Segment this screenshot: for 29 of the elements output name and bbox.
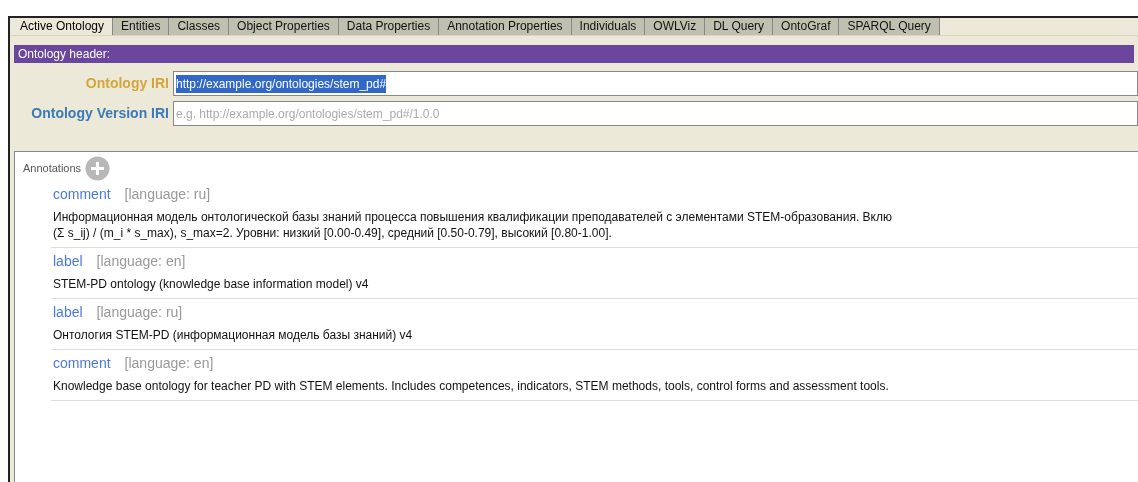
section-label: Annotations (23, 161, 82, 177)
tab[interactable]: Individuals (571, 18, 646, 35)
annotation-text: Knowledge base ontology for teacher PD with STEM elements. Includes competences, indicators, STEM methods, tools, control forms and assessment tools. (53, 378, 890, 394)
tab[interactable]: Classes (169, 18, 230, 35)
language-tag: [language: ru] (96, 303, 183, 321)
annotation-property[interactable]: comment (53, 354, 111, 372)
tab[interactable]: DL Query (705, 18, 774, 35)
tab[interactable]: SPARQL Query (839, 18, 940, 35)
section-header: Ontology header: (14, 45, 1134, 63)
language-tag: [language: en] (96, 252, 186, 270)
field-label: Ontology Version IRI (30, 104, 170, 123)
iri-field[interactable]: http://example.org/ontologies/stem_pd# (173, 71, 1138, 96)
annotation-property[interactable]: label (53, 252, 83, 270)
field-label: Ontology IRI (84, 74, 170, 93)
annotation-text: Информационная модель онтологической базы знаний процесса повышения квалификации преподавателей с элементами STEM-образования. Вклю (53, 209, 893, 225)
tab[interactable]: Annotation Properties (439, 18, 572, 35)
annotation-property[interactable]: comment (53, 185, 111, 203)
annotation-text: (Σ s_ij) / (m_i * s_max), s_max=2. Уровни: низкий [0.00-0.49], средний [0.50-0.79], высокий [0.80-1.00]. (53, 225, 613, 241)
language-tag: [language: ru] (124, 185, 211, 203)
tab[interactable]: Data Properties (338, 18, 440, 35)
annotation-property[interactable]: label (53, 303, 83, 321)
add-icon[interactable] (85, 156, 111, 181)
tab[interactable]: Entities (113, 18, 170, 35)
tab[interactable]: OntoGraf (773, 18, 840, 35)
tab[interactable]: OWLViz (645, 18, 706, 35)
annotation-text: STEM-PD ontology (knowledge base information model) v4 (53, 276, 370, 292)
tab[interactable]: Object Properties (229, 18, 339, 35)
annotation-text: Онтология STEM-PD (информационная модель базы знаний) v4 (53, 327, 414, 343)
language-tag: [language: en] (124, 354, 214, 372)
